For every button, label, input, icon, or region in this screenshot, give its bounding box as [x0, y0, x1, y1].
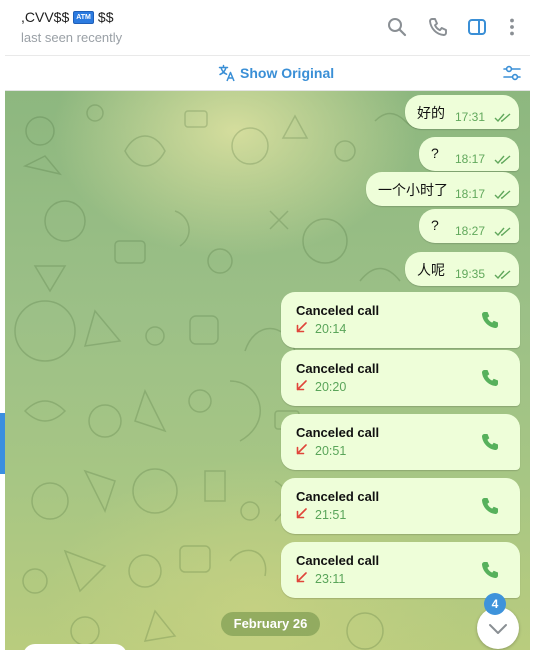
call-back-phone-icon[interactable]: [480, 310, 500, 330]
message-time: 17:31: [455, 110, 486, 124]
call-message[interactable]: Canceled call 20:20: [281, 350, 520, 406]
chat-title-suffix: $$: [97, 9, 114, 25]
call-back-phone-icon[interactable]: [480, 560, 500, 580]
chat-title-prefix: ,CVV$$: [21, 9, 70, 25]
message-bubble[interactable]: 人呢 19:35: [405, 252, 519, 286]
message-time: 19:35: [455, 267, 486, 281]
phone-icon[interactable]: [427, 16, 449, 38]
show-original-button[interactable]: Show Original: [218, 64, 334, 82]
call-time: 20:20: [315, 380, 347, 394]
call-time: 23:11: [315, 572, 346, 586]
more-vertical-icon[interactable]: [501, 16, 523, 38]
message-time: 18:27: [455, 224, 486, 238]
sidebar-toggle-icon[interactable]: [466, 16, 488, 38]
read-checkmarks-icon: [494, 270, 511, 280]
call-title: Canceled call: [296, 361, 380, 376]
message-text: ?: [431, 217, 439, 233]
call-back-phone-icon[interactable]: [480, 432, 500, 452]
translate-bar: Show Original: [5, 56, 530, 91]
call-time: 20:14: [315, 322, 347, 336]
unread-count-badge: 4: [484, 593, 506, 615]
read-checkmarks-icon: [494, 113, 511, 123]
call-message[interactable]: Canceled call 23:11: [281, 542, 520, 598]
call-back-phone-icon[interactable]: [480, 368, 500, 388]
chat-header: ,CVV$$ ATM $$ last seen recently: [5, 0, 530, 56]
translate-icon: [218, 64, 235, 82]
message-text: 一个小时了: [378, 182, 448, 198]
call-message[interactable]: Canceled call 21:51: [281, 478, 520, 534]
atm-emoji-icon: ATM: [73, 10, 94, 24]
read-checkmarks-icon: [494, 155, 511, 165]
message-bubble[interactable]: 好的 17:31: [405, 95, 519, 129]
search-icon[interactable]: [386, 16, 408, 38]
settings-sliders-icon[interactable]: [502, 63, 522, 83]
call-title: Canceled call: [296, 303, 380, 318]
partial-incoming-message: [23, 644, 127, 650]
last-seen-status: last seen recently: [21, 30, 123, 45]
message-time: 18:17: [455, 152, 486, 166]
call-message[interactable]: Canceled call 20:14: [281, 292, 520, 348]
show-original-label: Show Original: [240, 65, 335, 81]
call-title: Canceled call: [296, 489, 380, 504]
call-back-phone-icon[interactable]: [480, 496, 500, 516]
message-text: ?: [431, 145, 439, 161]
message-text: 人呢: [417, 262, 445, 278]
read-checkmarks-icon: [494, 227, 511, 237]
missed-call-arrow-icon: [296, 322, 307, 333]
missed-call-arrow-icon: [296, 444, 307, 455]
missed-call-arrow-icon: [296, 572, 307, 583]
call-time: 20:51: [315, 444, 347, 458]
message-bubble[interactable]: 一个小时了 18:17: [366, 172, 519, 206]
chat-title[interactable]: ,CVV$$ ATM $$: [21, 9, 113, 25]
call-message[interactable]: Canceled call 20:51: [281, 414, 520, 470]
missed-call-arrow-icon: [296, 508, 307, 519]
call-title: Canceled call: [296, 553, 380, 568]
chat-area[interactable]: 好的 17:31 ? 18:17 一个小时了 18:17 ? 18:27 人呢 …: [5, 91, 530, 650]
message-text: 好的: [417, 105, 445, 121]
date-separator: February 26: [221, 612, 320, 636]
message-time: 18:17: [455, 187, 486, 201]
message-bubble[interactable]: ? 18:27: [419, 209, 519, 243]
missed-call-arrow-icon: [296, 380, 307, 391]
message-bubble[interactable]: ? 18:17: [419, 137, 519, 171]
call-time: 21:51: [315, 508, 347, 522]
call-title: Canceled call: [296, 425, 380, 440]
scrollbar-track[interactable]: [529, 0, 542, 650]
read-checkmarks-icon: [494, 190, 511, 200]
